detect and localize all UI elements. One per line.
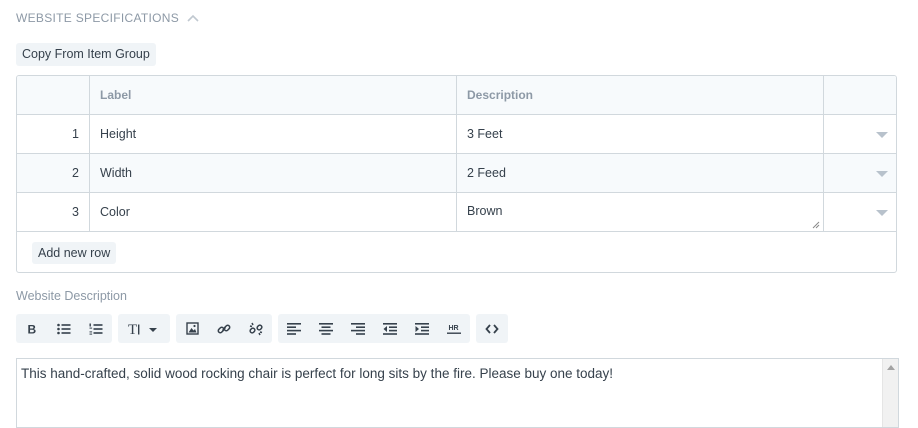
- editor-content[interactable]: This hand-crafted, solid wood rocking ch…: [21, 366, 613, 381]
- website-description-editor[interactable]: This hand-crafted, solid wood rocking ch…: [16, 358, 899, 428]
- row-index: 2: [17, 154, 90, 192]
- table-header-row: Label Description: [17, 76, 896, 115]
- text-size-icon[interactable]: T: [118, 314, 170, 343]
- copy-from-item-group-button[interactable]: Copy From Item Group: [16, 43, 156, 66]
- chevron-up-icon[interactable]: [187, 13, 199, 23]
- row-description[interactable]: 3 Feet: [457, 115, 824, 153]
- resize-handle-icon[interactable]: [812, 221, 820, 229]
- row-label[interactable]: Height: [90, 115, 457, 153]
- toolbar-group-formatting: B: [16, 314, 112, 343]
- link-icon[interactable]: [208, 314, 240, 343]
- toolbar-group-code: [476, 314, 508, 343]
- caret-down-icon: [876, 210, 888, 216]
- toolbar-group-alignment: HR: [278, 314, 470, 343]
- caret-down-icon: [876, 171, 888, 177]
- specifications-table: Label Description 1 Height 3 Feet 2 Widt…: [16, 75, 897, 273]
- row-label[interactable]: Color: [90, 193, 457, 231]
- add-new-row-button[interactable]: Add new row: [32, 242, 117, 264]
- toolbar-group-text-size: T: [118, 314, 170, 343]
- align-right-icon[interactable]: [342, 314, 374, 343]
- bold-icon[interactable]: B: [16, 314, 48, 343]
- header-description: Description: [457, 76, 824, 114]
- bullet-list-icon[interactable]: [48, 314, 80, 343]
- editor-scrollbar[interactable]: [882, 359, 898, 427]
- header-index-cell: [17, 76, 90, 114]
- svg-text:B: B: [28, 323, 37, 335]
- align-left-icon[interactable]: [278, 314, 310, 343]
- table-row[interactable]: 1 Height 3 Feet: [17, 115, 896, 154]
- row-description: Brown: [467, 204, 503, 218]
- code-view-icon[interactable]: [476, 314, 508, 343]
- outdent-icon[interactable]: [374, 314, 406, 343]
- header-label: Label: [90, 76, 457, 114]
- align-center-icon[interactable]: [310, 314, 342, 343]
- numbered-list-icon[interactable]: [80, 314, 112, 343]
- row-dropdown-button[interactable]: [824, 154, 896, 192]
- row-description[interactable]: 2 Feed: [457, 154, 824, 192]
- row-label[interactable]: Width: [90, 154, 457, 192]
- toolbar-group-media: [176, 314, 272, 343]
- indent-icon[interactable]: [406, 314, 438, 343]
- table-row[interactable]: 2 Width 2 Feed: [17, 154, 896, 193]
- header-actions-cell: [824, 76, 896, 114]
- svg-text:T: T: [128, 322, 137, 336]
- caret-down-icon: [876, 132, 888, 138]
- section-header[interactable]: WEBSITE SPECIFICATIONS: [16, 11, 199, 25]
- row-index: 1: [17, 115, 90, 153]
- section-title: WEBSITE SPECIFICATIONS: [16, 11, 180, 25]
- website-description-label: Website Description: [16, 289, 127, 303]
- image-icon[interactable]: [176, 314, 208, 343]
- row-description-textarea[interactable]: Brown: [457, 193, 824, 231]
- scroll-up-arrow-icon[interactable]: [887, 365, 895, 370]
- table-row[interactable]: 3 Color Brown: [17, 193, 896, 232]
- editor-toolbar: B T HR: [16, 314, 514, 343]
- unlink-icon[interactable]: [240, 314, 272, 343]
- row-dropdown-button[interactable]: [824, 115, 896, 153]
- svg-text:HR: HR: [449, 325, 459, 332]
- row-dropdown-button[interactable]: [824, 193, 896, 231]
- row-index: 3: [17, 193, 90, 231]
- horizontal-rule-icon[interactable]: HR: [438, 314, 470, 343]
